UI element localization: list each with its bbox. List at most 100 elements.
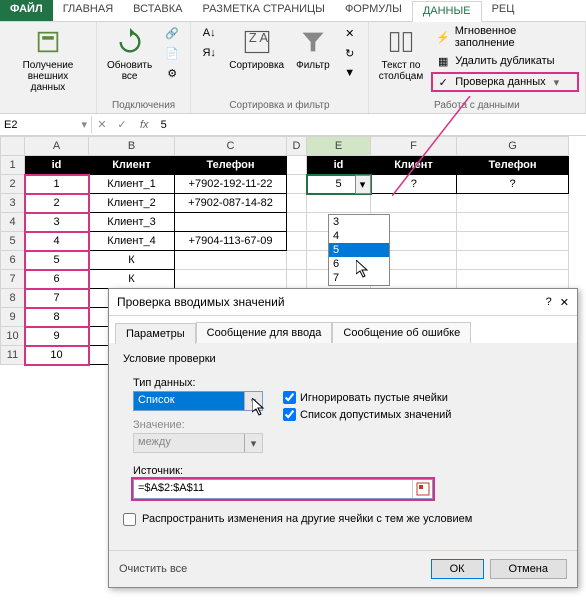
cell[interactable]: Клиент_2 — [89, 194, 175, 213]
validation-dropdown[interactable]: 3 4 5 6 7 — [328, 214, 390, 286]
cell[interactable]: 8 — [25, 308, 89, 327]
cell[interactable]: id — [25, 156, 89, 175]
cell[interactable] — [287, 175, 307, 194]
get-external-data-button[interactable]: Получение внешних данных — [6, 24, 90, 95]
cell[interactable]: 3 — [25, 213, 89, 232]
row-header[interactable]: 10 — [1, 327, 25, 346]
refresh-all-button[interactable]: Обновить все — [103, 24, 156, 84]
cell[interactable] — [371, 194, 457, 213]
cell[interactable] — [457, 213, 569, 232]
cell[interactable]: +7904-113-67-09 — [175, 232, 287, 251]
sort-button[interactable]: Z A Сортировка — [225, 24, 288, 73]
cell[interactable]: Клиент_3 — [89, 213, 175, 232]
col-header-C[interactable]: C — [175, 137, 287, 156]
cell[interactable] — [287, 232, 307, 251]
col-header-A[interactable]: A — [25, 137, 89, 156]
cell[interactable] — [287, 213, 307, 232]
tab-layout[interactable]: РАЗМЕТКА СТРАНИЦЫ — [192, 0, 334, 21]
cell[interactable]: К — [89, 270, 175, 289]
cell[interactable]: Телефон — [175, 156, 287, 175]
help-button[interactable]: ? — [546, 296, 552, 309]
cell[interactable]: К — [89, 251, 175, 270]
cell[interactable]: +7902-087-14-82 — [175, 194, 287, 213]
cell[interactable]: +7902-192-11-22 — [175, 175, 287, 194]
cell[interactable] — [307, 194, 371, 213]
cell[interactable]: 5 — [25, 251, 89, 270]
tab-data[interactable]: ДАННЫЕ — [412, 1, 482, 22]
cell[interactable]: 6 — [25, 270, 89, 289]
edit-links-item[interactable]: ⚙ — [160, 64, 184, 82]
name-box[interactable]: E2 ▾ — [0, 116, 92, 133]
cell[interactable] — [457, 270, 569, 289]
cell[interactable] — [457, 232, 569, 251]
reapply-button[interactable]: ↻ — [338, 44, 362, 62]
flash-fill-button[interactable]: ⚡Мгновенное заполнение — [431, 24, 579, 50]
dropdown-item[interactable]: 3 — [329, 215, 389, 229]
cancel-button[interactable]: Отмена — [490, 559, 567, 579]
dropdown-item-selected[interactable]: 5 — [329, 243, 389, 257]
row-header[interactable]: 5 — [1, 232, 25, 251]
row-header[interactable]: 11 — [1, 346, 25, 365]
tab-formulas[interactable]: ФОРМУЛЫ — [335, 0, 412, 21]
cell[interactable] — [287, 251, 307, 270]
cell[interactable]: 1 — [25, 175, 89, 194]
col-header-E[interactable]: E — [307, 137, 371, 156]
cell[interactable] — [175, 213, 287, 232]
cell[interactable] — [287, 156, 307, 175]
cell[interactable]: Клиент — [89, 156, 175, 175]
cell[interactable]: 9 — [25, 327, 89, 346]
filter-button[interactable]: Фильтр — [292, 24, 334, 73]
col-header-B[interactable]: B — [89, 137, 175, 156]
cell[interactable] — [457, 251, 569, 270]
col-header-G[interactable]: G — [457, 137, 569, 156]
clear-all-button[interactable]: Очистить все — [119, 563, 187, 575]
text-to-columns-button[interactable]: Текст по столбцам — [375, 24, 428, 84]
tab-file[interactable]: ФАЙЛ — [0, 0, 53, 21]
dropdown-item[interactable]: 7 — [329, 271, 389, 285]
formula-input[interactable]: 5 — [157, 117, 586, 133]
cell[interactable] — [175, 251, 287, 270]
cell[interactable] — [287, 270, 307, 289]
cell[interactable]: Клиент_1 — [89, 175, 175, 194]
row-header[interactable]: 3 — [1, 194, 25, 213]
dropdown-item[interactable]: 6 — [329, 257, 389, 271]
clear-filter-button[interactable]: ✕ — [338, 24, 362, 42]
row-header[interactable]: 9 — [1, 308, 25, 327]
tab-review[interactable]: РЕЦ — [482, 0, 525, 21]
row-header[interactable]: 8 — [1, 289, 25, 308]
col-header-F[interactable]: F — [371, 137, 457, 156]
ok-button[interactable]: ОК — [431, 559, 484, 579]
cell[interactable]: 4 — [25, 232, 89, 251]
cell[interactable]: Клиент_4 — [89, 232, 175, 251]
cell[interactable]: 10 — [25, 346, 89, 365]
cancel-formula-button[interactable]: ✕ — [92, 118, 112, 131]
cell[interactable]: id — [307, 156, 371, 175]
cell[interactable] — [457, 194, 569, 213]
data-validation-button[interactable]: ✓Проверка данных▾ — [431, 72, 579, 92]
selected-cell[interactable]: 5▾ — [307, 175, 371, 194]
tab-home[interactable]: ГЛАВНАЯ — [53, 0, 123, 21]
properties-item[interactable]: 📄 — [160, 44, 184, 62]
in-cell-dropdown-checkbox[interactable]: Список допустимых значений — [283, 408, 451, 421]
cell[interactable]: Телефон — [457, 156, 569, 175]
cell[interactable]: ? — [371, 175, 457, 194]
accept-formula-button[interactable]: ✓ — [112, 118, 132, 131]
row-header[interactable]: 4 — [1, 213, 25, 232]
remove-duplicates-button[interactable]: ▦Удалить дубликаты — [431, 52, 579, 70]
cell[interactable] — [175, 270, 287, 289]
row-header[interactable]: 6 — [1, 251, 25, 270]
sort-desc-button[interactable]: Я↓ — [197, 44, 221, 62]
cell[interactable]: 7 — [25, 289, 89, 308]
sort-asc-button[interactable]: A↓ — [197, 24, 221, 42]
close-button[interactable]: ✕ — [560, 296, 569, 309]
cell[interactable]: 2 — [25, 194, 89, 213]
cell[interactable]: Клиент — [371, 156, 457, 175]
tab-error-alert[interactable]: Сообщение об ошибке — [332, 322, 471, 343]
fx-icon[interactable]: fx — [132, 119, 157, 131]
connections-item[interactable]: 🔗 — [160, 24, 184, 42]
tab-input-message[interactable]: Сообщение для ввода — [196, 322, 333, 343]
range-select-button[interactable] — [412, 480, 432, 498]
cell[interactable] — [287, 194, 307, 213]
type-combo[interactable]: Список ▾ — [133, 391, 263, 411]
cell[interactable]: ? — [457, 175, 569, 194]
